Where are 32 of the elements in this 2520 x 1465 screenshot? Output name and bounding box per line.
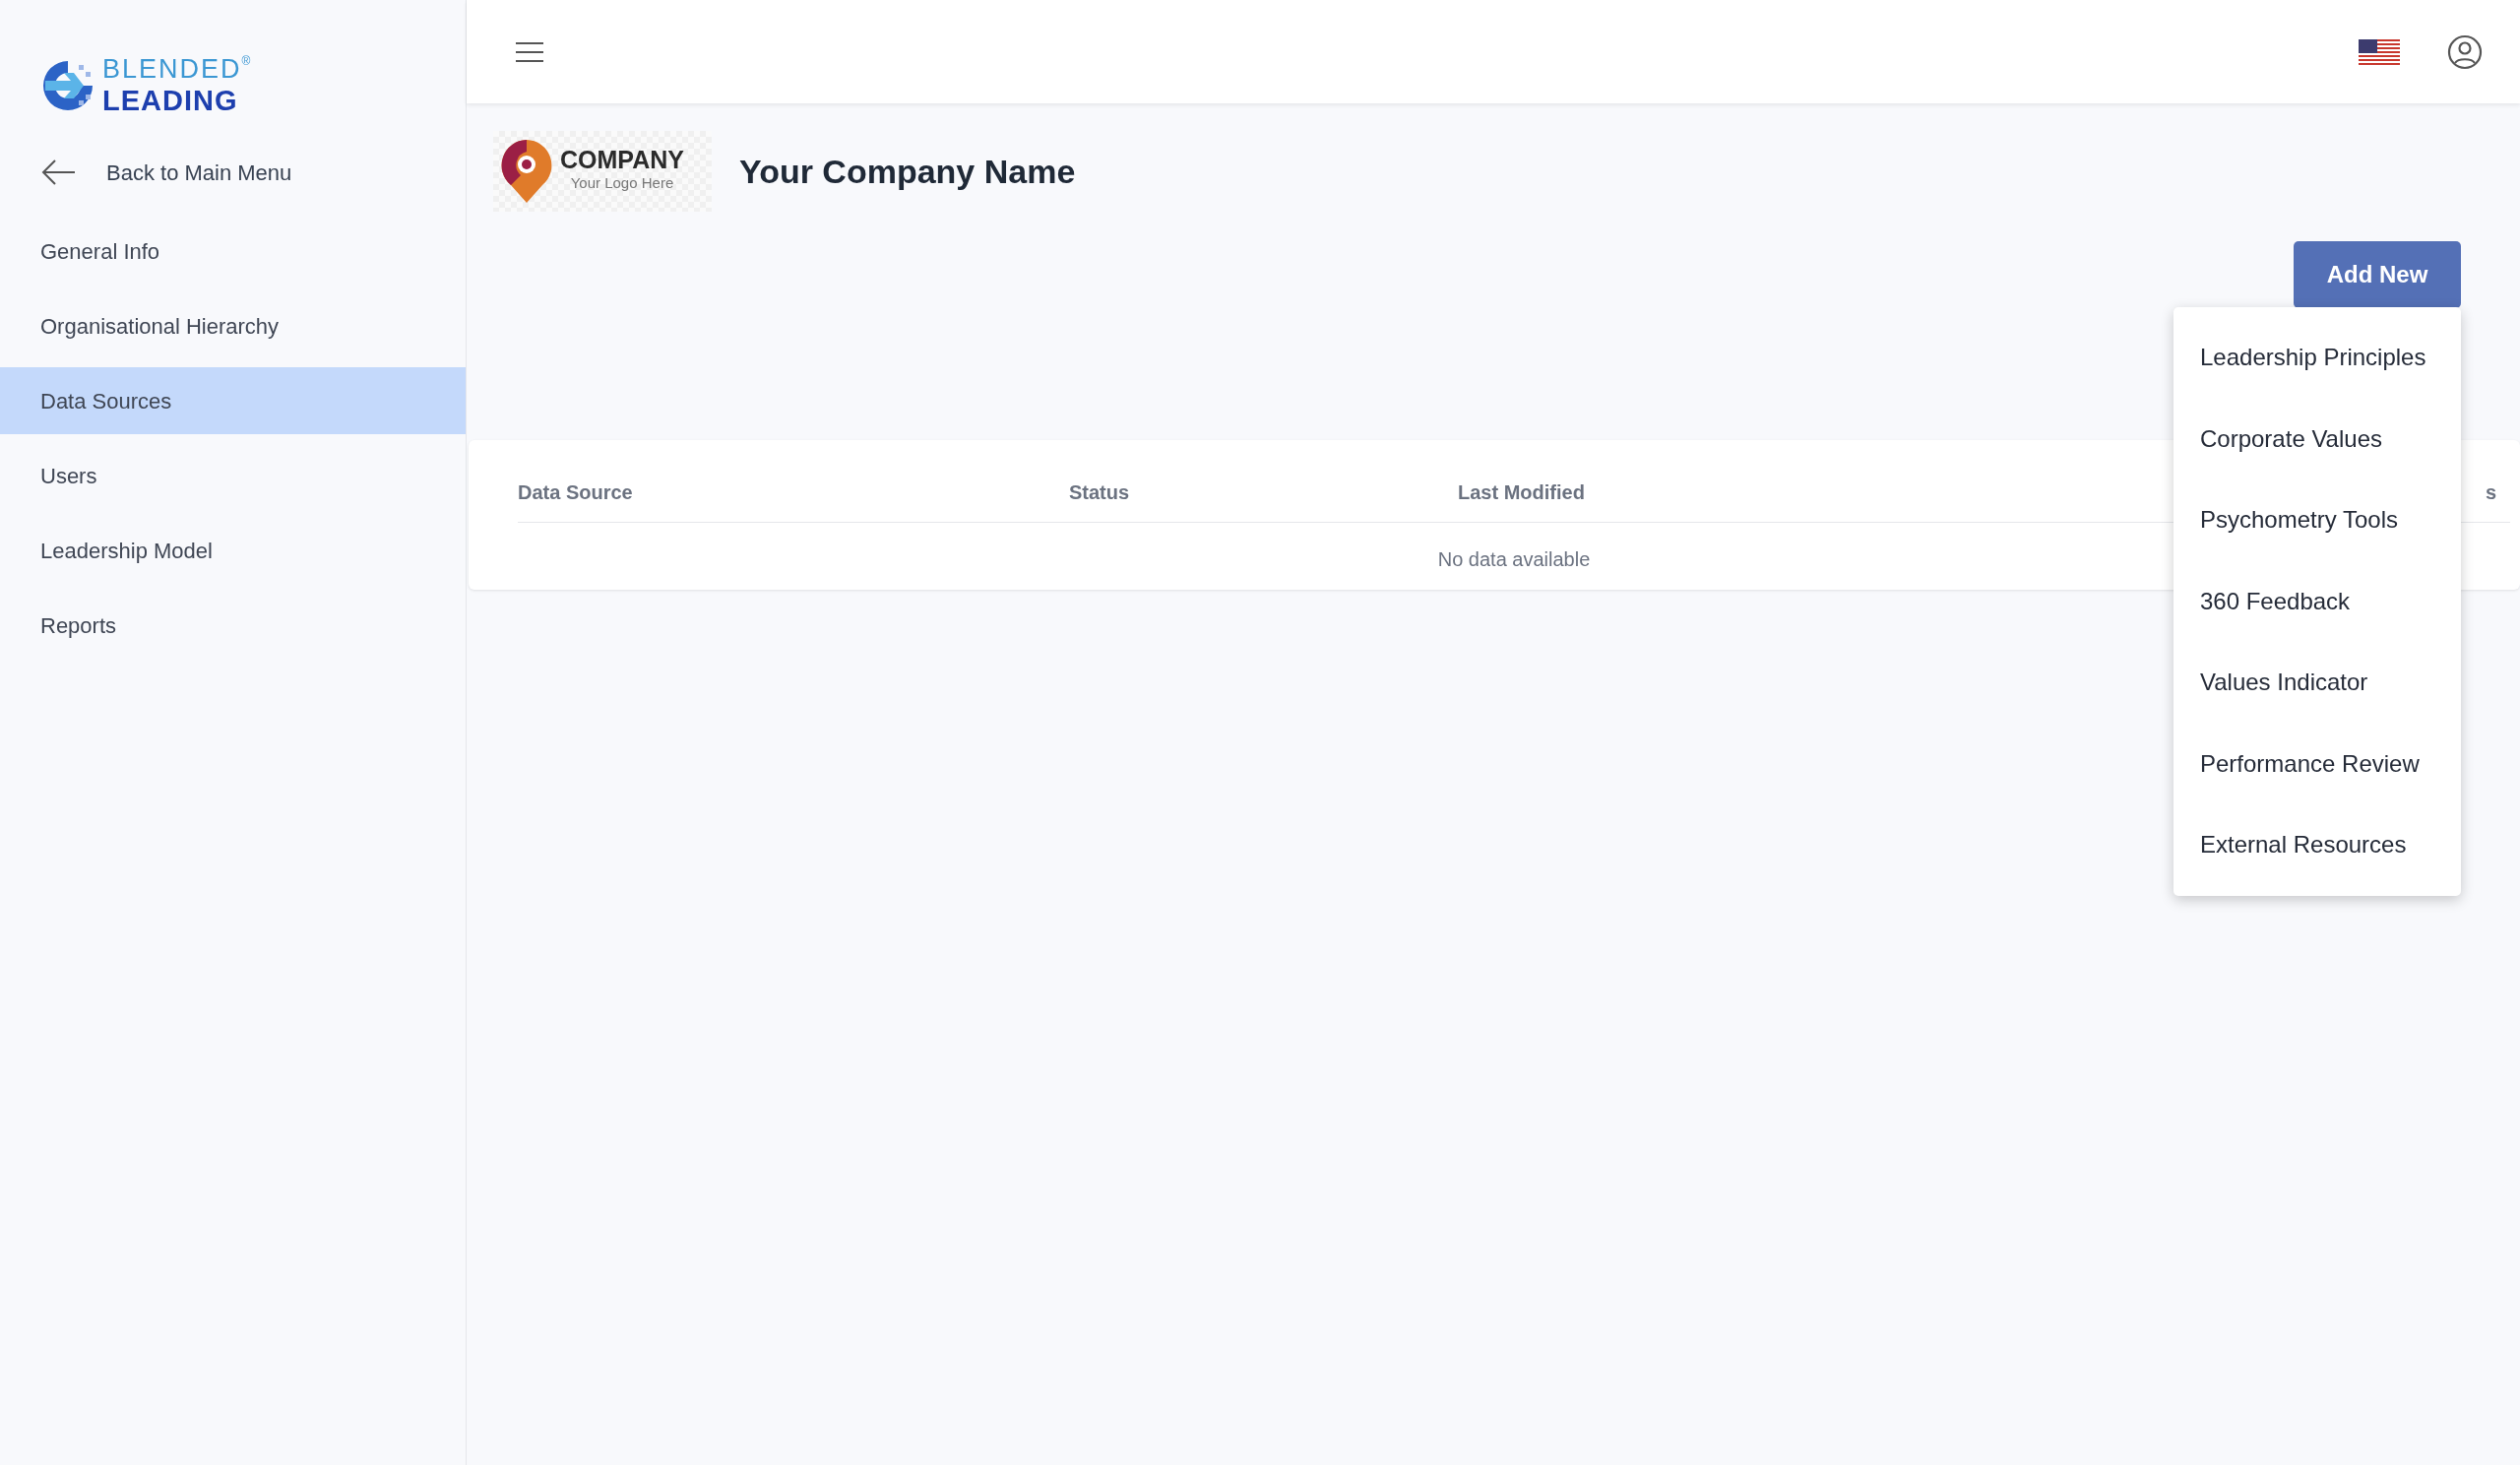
sidebar-item[interactable]: Leadership Model [0,517,466,585]
sidebar-item[interactable]: Reports [0,592,466,660]
sidebar-item[interactable]: Organisational Hierarchy [0,292,466,360]
pin-icon [499,138,554,205]
menu-item[interactable]: Values Indicator [2174,642,2461,724]
add-new-button[interactable]: Add New [2294,241,2461,308]
menu-item[interactable]: Performance Review [2174,723,2461,804]
menu-icon[interactable] [514,39,545,64]
back-arrow-icon [41,159,77,187]
company-name: Your Company Name [739,151,1076,192]
logo-subtitle: Your Logo Here [569,173,675,194]
registered-mark: ® [241,54,251,68]
column-header: Data Source [518,479,633,505]
flag-icon[interactable] [2359,38,2400,65]
menu-item[interactable]: Corporate Values [2174,398,2461,479]
column-header: Status [1069,479,1130,505]
back-label: Back to Main Menu [106,159,292,187]
back-link[interactable]: Back to Main Menu [0,153,466,193]
column-header: s [2485,479,2496,505]
menu-item[interactable]: External Resources [2174,804,2461,886]
sidebar-item[interactable]: Data Sources [0,367,466,435]
brand-name: BLENDED [102,54,242,86]
column-header: Last Modified [1458,479,1585,505]
menu-item[interactable]: Psychometry Tools [2174,479,2461,561]
menu-item[interactable]: 360 Feedback [2174,560,2461,642]
empty-message: No data available [1436,547,1592,572]
menu-item[interactable]: Leadership Principles [2174,317,2461,399]
sidebar-item[interactable]: General Info [0,218,466,286]
user-icon[interactable] [2447,33,2483,70]
logo-title: COMPANY [560,148,684,173]
sidebar-item[interactable]: Users [0,442,466,510]
brand-name: LEADING [102,85,239,118]
